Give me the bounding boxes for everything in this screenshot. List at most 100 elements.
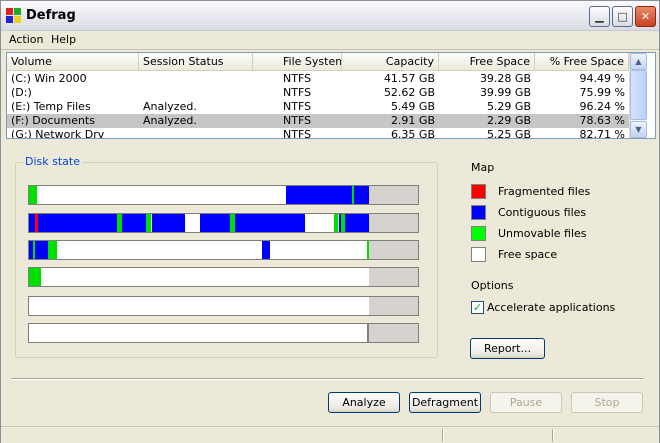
- disk-segment-unused: [369, 241, 418, 259]
- legend-swatch-unmovable: [471, 226, 486, 241]
- disk-segment-free: [185, 214, 201, 232]
- volume-list-header: Volume Session Status File System Capaci…: [7, 53, 629, 71]
- disk-state-bar: [28, 323, 419, 343]
- column-capacity[interactable]: Capacity: [342, 53, 439, 71]
- defrag-window: Defrag ▁ □ ✕ Action Help Volume Session …: [0, 0, 660, 443]
- volume-cell-capacity: 52.62 GB: [383, 86, 435, 99]
- volume-row[interactable]: (E:) Temp Files Analyzed. NTFS 5.49 GB 5.29 …: [7, 100, 629, 114]
- disk-segment-contiguous: [200, 214, 230, 232]
- disk-segment-contiguous: [262, 241, 270, 259]
- volume-cell-status: Analyzed.: [143, 100, 197, 113]
- report-button[interactable]: Report...: [470, 338, 545, 359]
- volume-row[interactable]: (F:) Documents Analyzed. NTFS 2.91 GB 2.29 G…: [7, 114, 629, 128]
- volume-list-scrollbar[interactable]: ▲ ▼: [629, 53, 647, 138]
- menu-bar: Action Help: [1, 31, 659, 50]
- disk-segment-free: [41, 268, 370, 286]
- volume-cell-free: 5.29 GB: [486, 100, 531, 113]
- volume-cell-volume: (E:) Temp Files: [11, 100, 91, 113]
- volume-cell-pct: 94.49 %: [579, 72, 625, 85]
- accelerate-label[interactable]: Accelerate applications: [487, 301, 615, 314]
- volume-cell-free: 2.29 GB: [486, 114, 531, 127]
- disk-state-bar: [28, 213, 419, 233]
- disk-segment-unmovable: [334, 214, 338, 232]
- volume-cell-pct: 78.63 %: [579, 114, 625, 127]
- volume-cell-volume: (F:) Documents: [11, 114, 95, 127]
- scroll-down-arrow-icon[interactable]: ▼: [630, 121, 647, 138]
- options-title: Options: [471, 279, 514, 292]
- volume-cell-pct: 75.99 %: [579, 86, 625, 99]
- disk-state-bar: [28, 185, 419, 205]
- analyze-button[interactable]: Analyze: [328, 392, 400, 413]
- close-button[interactable]: ✕: [635, 6, 656, 27]
- disk-state-label: Disk state: [23, 155, 82, 168]
- defrag-app-icon: [6, 8, 22, 24]
- map-title: Map: [471, 161, 495, 174]
- volume-row[interactable]: (C:) Win 2000 NTFS 41.57 GB 39.28 GB 94.49 %: [7, 72, 629, 86]
- volume-cell-volume: (D:): [11, 86, 32, 99]
- legend-label-free: Free space: [498, 248, 558, 261]
- legend-label-fragmented: Fragmented files: [498, 185, 591, 198]
- checkmark-icon: ✓: [472, 301, 483, 314]
- disk-segment-contiguous: [235, 214, 305, 232]
- column-session-status[interactable]: Session Status: [139, 53, 253, 71]
- column-volume[interactable]: Volume: [7, 53, 139, 71]
- volume-cell-pct: 96.24 %: [579, 100, 625, 113]
- stop-button[interactable]: Stop: [571, 392, 643, 413]
- menu-action[interactable]: Action: [9, 33, 43, 46]
- minimize-icon: ▁: [595, 10, 604, 23]
- disk-segment-contiguous: [35, 241, 49, 259]
- disk-segment-free: [57, 241, 262, 259]
- legend-swatch-fragmented: [471, 184, 486, 199]
- pause-button[interactable]: Pause: [490, 392, 562, 413]
- disk-segment-contiguous: [286, 186, 352, 204]
- disk-segment-contiguous: [38, 214, 117, 232]
- disk-segment-free: [29, 297, 369, 315]
- disk-segment-free: [305, 214, 334, 232]
- maximize-button[interactable]: □: [612, 6, 633, 27]
- status-separator: [552, 429, 554, 442]
- disk-segment-unmovable: [29, 268, 41, 286]
- legend-swatch-contiguous: [471, 205, 486, 220]
- disk-state-bar: [28, 267, 419, 287]
- volume-list[interactable]: Volume Session Status File System Capaci…: [6, 52, 656, 139]
- disk-segment-contiguous: [122, 214, 146, 232]
- disk-segment-unmovable: [146, 214, 151, 232]
- disk-segment-unused: [369, 214, 418, 232]
- scroll-thumb[interactable]: [630, 70, 647, 120]
- accelerate-checkbox[interactable]: ✓: [471, 301, 484, 314]
- volume-cell-capacity: 6.35 GB: [390, 128, 435, 139]
- legend-label-contiguous: Contiguous files: [498, 206, 587, 219]
- column-file-system[interactable]: File System: [253, 53, 342, 71]
- title-bar[interactable]: Defrag ▁ □ ✕: [1, 1, 659, 31]
- volume-row[interactable]: (D:) NTFS 52.62 GB 39.99 GB 75.99 %: [7, 86, 629, 100]
- scroll-up-arrow-icon[interactable]: ▲: [630, 53, 647, 70]
- defragment-button[interactable]: Defragment: [409, 392, 481, 413]
- volume-cell-capacity: 5.49 GB: [390, 100, 435, 113]
- disk-segment-free: [29, 324, 367, 342]
- disk-segment-unused: [369, 297, 418, 315]
- volume-cell-capacity: 41.57 GB: [383, 72, 435, 85]
- legend-swatch-free: [471, 247, 486, 262]
- disk-segment-unmovable: [48, 241, 57, 259]
- column-pct-free-space[interactable]: % Free Space: [535, 53, 629, 71]
- minimize-button[interactable]: ▁: [589, 6, 610, 27]
- disk-segment-unmovable: [29, 186, 37, 204]
- disk-state-bar: [28, 296, 419, 316]
- window-title: Defrag: [26, 8, 76, 23]
- status-bar: [1, 426, 659, 443]
- volume-cell-free: 39.99 GB: [479, 86, 531, 99]
- volume-cell-status: [139, 72, 253, 86]
- disk-segment-free: [270, 241, 367, 259]
- separator: [11, 378, 644, 380]
- volume-cell-volume: (G:) Network Drv: [11, 128, 105, 139]
- volume-cell-free: 39.28 GB: [479, 72, 531, 85]
- status-separator: [442, 429, 444, 442]
- volume-row[interactable]: (G:) Network Drv NTFS 6.35 GB 5.25 GB 82.71 …: [7, 128, 629, 139]
- disk-segment-free: [37, 186, 286, 204]
- menu-help[interactable]: Help: [51, 33, 76, 46]
- column-free-space[interactable]: Free Space: [439, 53, 535, 71]
- maximize-icon: □: [617, 10, 628, 23]
- volume-cell-free: 5.25 GB: [486, 128, 531, 139]
- volume-cell-status: [139, 86, 253, 100]
- disk-state-bar: [28, 240, 419, 260]
